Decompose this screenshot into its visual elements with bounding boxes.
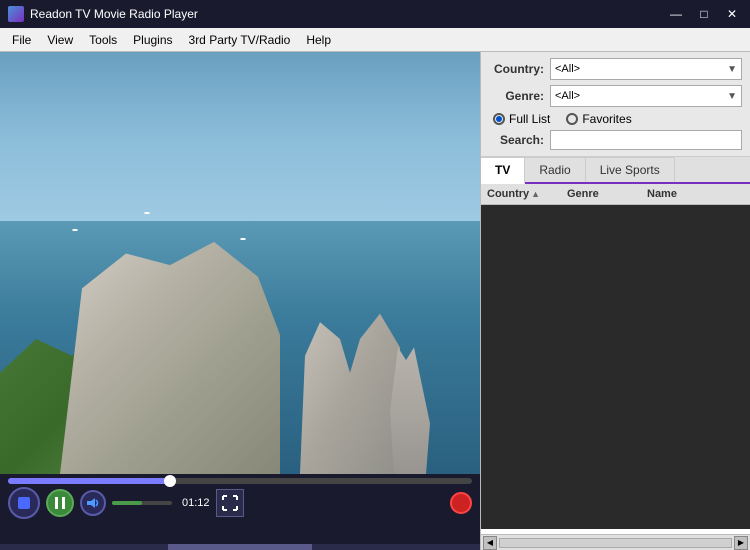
full-list-radio[interactable] (493, 113, 505, 125)
favorites-radio[interactable] (566, 113, 578, 125)
volume-track[interactable] (112, 501, 172, 505)
pause-button[interactable] (46, 489, 74, 517)
genre-label: Genre: (489, 89, 544, 103)
table-header: Country ▲ Genre Name (481, 184, 750, 205)
tab-live-sports[interactable]: Live Sports (586, 157, 675, 182)
menu-3rd-party[interactable]: 3rd Party TV/Radio (181, 31, 299, 49)
progress-thumb (164, 475, 176, 487)
time-display: 01:12 (182, 497, 210, 509)
filter-section: Country: <All> ▼ Genre: <All> ▼ Full Lis… (481, 52, 750, 157)
right-panel: Country: <All> ▼ Genre: <All> ▼ Full Lis… (480, 52, 750, 550)
menu-tools[interactable]: Tools (81, 31, 125, 49)
genre-select[interactable]: <All> ▼ (550, 85, 742, 107)
country-filter-row: Country: <All> ▼ (489, 58, 742, 80)
list-type-row: Full List Favorites (489, 112, 742, 126)
volume-icon (86, 497, 100, 509)
minimize-button[interactable]: — (666, 6, 686, 22)
left-panel: 01:12 (0, 52, 480, 550)
table-body (481, 205, 750, 529)
stop-icon (18, 497, 30, 509)
column-name[interactable]: Name (647, 188, 744, 200)
app-icon (8, 6, 24, 22)
menu-file[interactable]: File (4, 31, 39, 49)
title-bar-controls: — □ ✕ (666, 6, 742, 22)
favorites-option[interactable]: Favorites (566, 112, 631, 126)
menu-help[interactable]: Help (298, 31, 339, 49)
title-bar: Readon TV Movie Radio Player — □ ✕ (0, 0, 750, 28)
scroll-left-arrow[interactable]: ◀ (483, 536, 497, 550)
maximize-button[interactable]: □ (694, 6, 714, 22)
video-area[interactable] (0, 52, 480, 474)
country-sort-arrow: ▲ (531, 189, 540, 199)
channel-table: Country ▲ Genre Name (481, 184, 750, 534)
stop-button[interactable] (8, 487, 40, 519)
genre-select-value: <All> (555, 90, 580, 102)
tab-tv[interactable]: TV (481, 157, 525, 184)
genre-dropdown-arrow: ▼ (727, 91, 737, 102)
progress-track[interactable] (8, 478, 472, 484)
country-select[interactable]: <All> ▼ (550, 58, 742, 80)
progress-area (8, 478, 472, 484)
fullscreen-icon (222, 495, 238, 511)
horizontal-scrollbar-track[interactable] (499, 538, 732, 548)
main-content: 01:12 Country: <All> ▼ (0, 52, 750, 550)
menu-plugins[interactable]: Plugins (125, 31, 180, 49)
video-scene (0, 52, 480, 474)
title-bar-left: Readon TV Movie Radio Player (8, 6, 198, 22)
controls-bar: 01:12 (0, 474, 480, 544)
scroll-right-arrow[interactable]: ▶ (734, 536, 748, 550)
close-button[interactable]: ✕ (722, 6, 742, 22)
search-label: Search: (489, 133, 544, 147)
search-row: Search: (489, 130, 742, 150)
menu-view[interactable]: View (39, 31, 81, 49)
record-button[interactable] (450, 492, 472, 514)
country-dropdown-arrow: ▼ (727, 64, 737, 75)
country-label: Country: (489, 62, 544, 76)
video-bottom-scroll (0, 544, 480, 550)
full-list-option[interactable]: Full List (493, 112, 550, 126)
tab-radio[interactable]: Radio (525, 157, 585, 182)
country-select-value: <All> (555, 63, 580, 75)
controls-row: 01:12 (8, 487, 472, 519)
column-genre[interactable]: Genre (567, 188, 647, 200)
progress-fill (8, 478, 170, 484)
fullscreen-button[interactable] (216, 489, 244, 517)
boat-3 (240, 238, 246, 240)
tabs-row: TV Radio Live Sports (481, 157, 750, 184)
right-horizontal-scrollbar: ◀ ▶ (481, 534, 750, 550)
search-input[interactable] (550, 130, 742, 150)
pause-icon (54, 496, 66, 510)
column-country[interactable]: Country ▲ (487, 188, 567, 200)
genre-filter-row: Genre: <All> ▼ (489, 85, 742, 107)
title-text: Readon TV Movie Radio Player (30, 7, 198, 21)
menu-bar: File View Tools Plugins 3rd Party TV/Rad… (0, 28, 750, 52)
full-list-label: Full List (509, 112, 550, 126)
volume-button[interactable] (80, 490, 106, 516)
video-scroll-thumb (168, 544, 312, 550)
favorites-label: Favorites (582, 112, 631, 126)
volume-fill (112, 501, 142, 505)
